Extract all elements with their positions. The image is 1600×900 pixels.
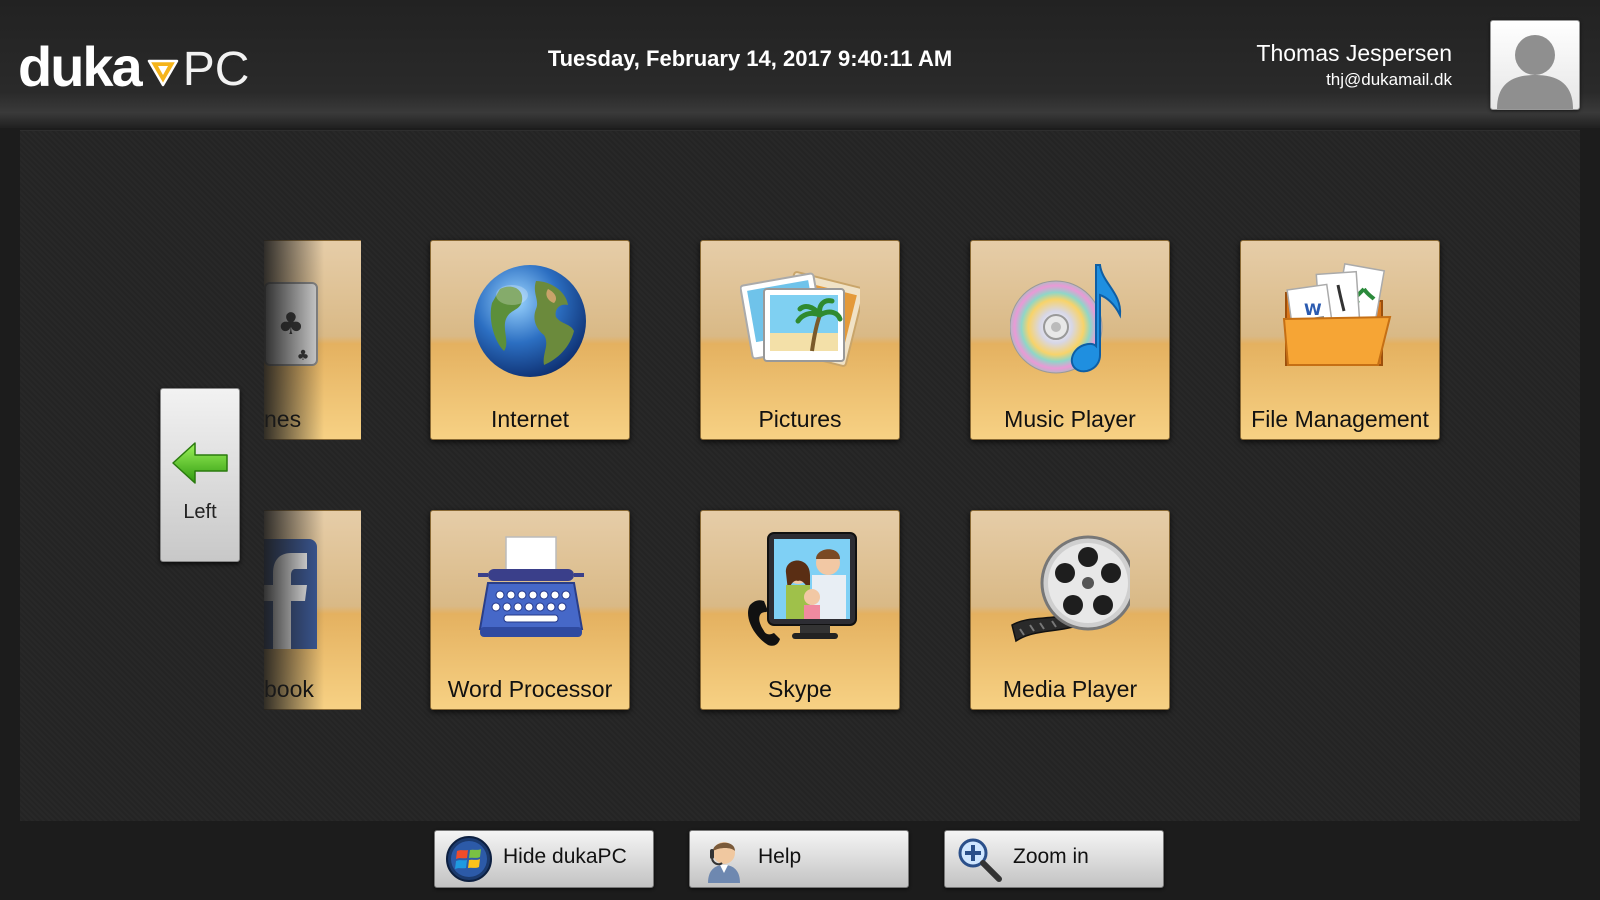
tile-label: Word Processor [447,676,613,702]
photos-icon [740,271,860,367]
folder-documents-icon: W [1282,263,1392,366]
svg-text:W: W [1304,300,1322,319]
user-email: thj@dukamail.dk [1326,70,1452,89]
tile-word-processor[interactable]: Word Processor [430,510,630,710]
windows-logo-icon [446,836,492,882]
tile-label: Media Player [1002,676,1138,702]
hide-dukapc-button[interactable]: Hide dukaPC [434,830,654,888]
film-reel-icon [1011,535,1130,643]
tile-label: File Management [1251,406,1429,432]
help-button[interactable]: Help [689,830,909,888]
zoom-in-button[interactable]: Zoom in [944,830,1164,888]
user-silhouette-icon [1497,35,1573,109]
tile-music-player[interactable]: Music Player [970,240,1170,440]
tile-pictures[interactable]: Pictures [700,240,900,440]
app-grid-area [20,130,1580,821]
video-call-icon [748,532,857,646]
user-name: Thomas Jespersen [1256,40,1452,66]
tile-label: Music Player [1004,406,1136,432]
date-time-display: Tuesday, February 14, 2017 9:40:11 AM [547,46,953,71]
partial-tile-clip-top: ♣ ♣ nes [264,240,361,440]
zoom-in-label: Zoom in [1013,845,1089,868]
cd-music-note-icon [1010,264,1122,374]
logo-play-icon [147,59,178,87]
tile-label: book [264,676,314,702]
tile-label: Pictures [758,406,842,432]
tile-file-management[interactable]: W File Management [1240,240,1440,440]
tile-games-partial[interactable]: ♣ ♣ nes [264,240,361,440]
tile-internet[interactable]: Internet [430,240,630,440]
scroll-left-label: Left [183,501,217,523]
hide-dukapc-label: Hide dukaPC [503,845,627,868]
avatar[interactable] [1490,20,1580,110]
tile-skype[interactable]: Skype [700,510,900,710]
logo-main-text: duka [18,34,143,98]
top-bar: duka PC Tuesday, February 14, 2017 9:40:… [0,0,1600,128]
globe-icon [474,265,586,377]
tile-label: Skype [768,676,832,702]
svg-text:♣: ♣ [278,307,305,342]
partial-tile-clip-bottom: book [264,510,361,710]
tile-media-player[interactable]: Media Player [970,510,1170,710]
magnifier-plus-icon [958,838,1002,882]
logo-suffix-text: PC [182,42,250,96]
tile-label: Internet [491,406,569,432]
help-label: Help [758,845,802,868]
playing-card-icon: ♣ ♣ [264,282,318,366]
help-person-icon [708,842,740,883]
tile-label: nes [264,406,302,432]
tile-facebook-partial[interactable]: book [264,510,361,710]
dukapc-logo: duka PC [18,34,250,98]
scroll-left-button[interactable]: Left [160,388,240,562]
facebook-icon [264,539,317,649]
svg-text:♣: ♣ [297,348,310,364]
left-arrow-icon [172,442,228,484]
typewriter-icon [478,536,584,637]
